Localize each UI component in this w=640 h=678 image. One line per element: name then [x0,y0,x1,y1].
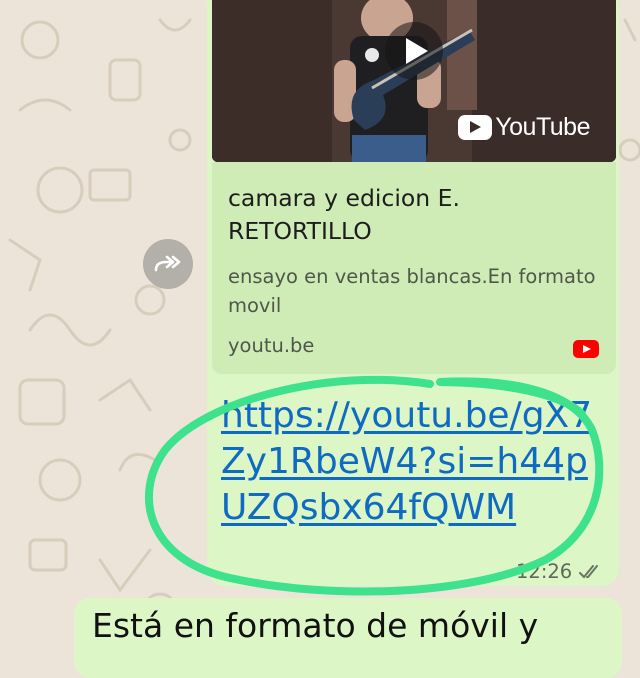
double-check-icon [579,564,599,578]
youtube-icon [458,115,493,140]
forward-button[interactable] [143,239,193,289]
video-thumbnail[interactable]: YouTube [212,0,616,162]
message-meta: 12:26 [516,560,602,583]
preview-domain: youtu.be [228,334,315,357]
next-message-text: Está en formato de móvil y [92,606,539,645]
preview-title: camara y edicion E. RETORTILLO [228,184,460,245]
forward-icon [154,255,181,272]
youtube-icon [573,340,599,358]
message-time: 12:26 [516,560,573,583]
youtube-logo: YouTube [458,113,590,142]
link-preview-card[interactable]: camara y edicion E. RETORTILLO ensayo en… [212,162,616,374]
play-icon[interactable] [385,22,443,80]
message-link[interactable]: https://youtu.be/gX7Zy1RbeW4?si=h44pUZQs… [221,393,606,531]
youtube-brand-text: YouTube [495,113,590,141]
next-message-bubble[interactable]: Está en formato de móvil y [74,598,622,678]
preview-description: ensayo en ventas blancas.En formato movi… [228,265,596,317]
